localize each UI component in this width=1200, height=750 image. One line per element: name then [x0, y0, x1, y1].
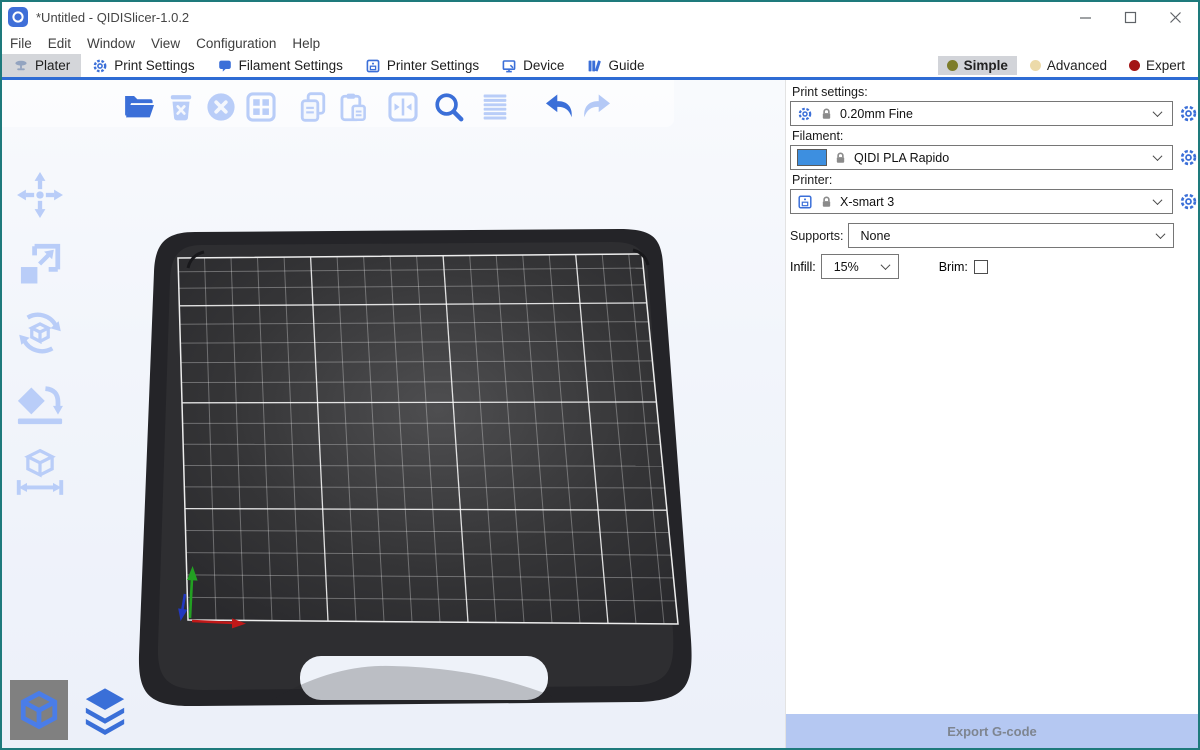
menu-view[interactable]: View — [143, 32, 188, 54]
window-title: *Untitled - QIDISlicer-1.0.2 — [36, 10, 189, 25]
tab-printer-settings[interactable]: Printer Settings — [354, 54, 490, 77]
expert-dot-icon — [1129, 60, 1140, 71]
filament-value: QIDI PLA Rapido — [854, 151, 1147, 165]
tab-device[interactable]: Device — [490, 54, 575, 77]
printer-value: X-smart 3 — [840, 195, 1147, 209]
mode-simple[interactable]: Simple — [938, 56, 1017, 75]
chevron-down-icon — [880, 260, 890, 270]
filament-gear-button[interactable] — [1178, 148, 1198, 168]
chevron-down-icon — [1153, 195, 1163, 205]
export-gcode-button[interactable]: Export G-code — [786, 714, 1198, 748]
print-settings-label: Print settings: — [792, 85, 1198, 99]
gear-icon — [797, 106, 813, 122]
printer-gear-button[interactable] — [1178, 192, 1198, 212]
delete-all-icon[interactable] — [204, 90, 238, 124]
move-gizmo-icon[interactable] — [14, 169, 66, 221]
variable-layer-height-icon[interactable] — [478, 90, 512, 124]
filament-color-swatch — [797, 149, 827, 166]
place-on-face-gizmo-icon[interactable] — [14, 376, 66, 428]
print-settings-combo[interactable]: 0.20mm Fine — [790, 101, 1173, 126]
tab-filament-settings[interactable]: Filament Settings — [206, 54, 354, 77]
measure-gizmo-icon[interactable] — [14, 445, 66, 497]
tab-guide[interactable]: Guide — [575, 54, 655, 77]
simple-dot-icon — [947, 60, 958, 71]
redo-icon[interactable] — [580, 90, 614, 124]
cube-icon — [17, 687, 61, 733]
lock-icon — [820, 195, 833, 208]
layers-icon — [80, 684, 130, 736]
brim-label: Brim: — [939, 260, 968, 274]
menu-window[interactable]: Window — [79, 32, 143, 54]
scale-gizmo-icon[interactable] — [14, 238, 66, 290]
infill-label: Infill: — [790, 260, 816, 274]
3d-viewport[interactable] — [2, 80, 785, 748]
chevron-down-icon — [1153, 151, 1163, 161]
close-button[interactable] — [1169, 11, 1182, 24]
paste-icon[interactable] — [336, 90, 370, 124]
device-icon — [501, 58, 517, 74]
supports-select[interactable]: None — [848, 223, 1174, 248]
printer-combo[interactable]: X-smart 3 — [790, 189, 1173, 214]
menu-bar: File Edit Window View Configuration Help — [2, 32, 1198, 54]
menu-file[interactable]: File — [2, 32, 40, 54]
title-bar[interactable]: *Untitled - QIDISlicer-1.0.2 — [2, 2, 1198, 32]
printer-icon — [365, 58, 381, 74]
mode-expert[interactable]: Expert — [1120, 56, 1194, 75]
brim-checkbox[interactable] — [974, 260, 988, 274]
tab-bar: Plater Print Settings Filament Settings … — [2, 54, 1198, 80]
plater-toolbar — [122, 90, 614, 124]
settings-sidebar: Print settings: 0.20mm Fine Filament: — [785, 80, 1198, 748]
gizmo-toolbar — [14, 169, 66, 497]
guide-icon — [586, 58, 602, 74]
app-window: *Untitled - QIDISlicer-1.0.2 File Edit W… — [0, 0, 1200, 750]
arrange-icon[interactable] — [244, 90, 278, 124]
gear-icon — [92, 58, 108, 74]
view-toggles — [10, 680, 134, 740]
menu-edit[interactable]: Edit — [40, 32, 79, 54]
menu-help[interactable]: Help — [284, 32, 328, 54]
open-folder-icon[interactable] — [122, 90, 156, 124]
maximize-button[interactable] — [1124, 11, 1137, 24]
filament-icon — [217, 58, 233, 74]
split-objects-icon[interactable] — [386, 90, 420, 124]
infill-select[interactable]: 15% — [821, 254, 899, 279]
printer-label: Printer: — [792, 173, 1198, 187]
supports-label: Supports: — [790, 229, 844, 243]
plater-icon — [13, 58, 29, 74]
lock-icon — [820, 107, 833, 120]
3d-editor-view-button[interactable] — [10, 680, 68, 740]
chevron-down-icon — [1156, 229, 1166, 239]
undo-icon[interactable] — [542, 90, 576, 124]
delete-icon[interactable] — [164, 90, 198, 124]
menu-configuration[interactable]: Configuration — [188, 32, 284, 54]
filament-combo[interactable]: QIDI PLA Rapido — [790, 145, 1173, 170]
mode-advanced[interactable]: Advanced — [1021, 56, 1116, 75]
print-settings-gear-button[interactable] — [1178, 104, 1198, 124]
printer-icon — [797, 194, 813, 210]
print-bed — [2, 80, 785, 748]
search-icon[interactable] — [432, 90, 466, 124]
preview-view-button[interactable] — [76, 680, 134, 740]
tab-print-settings[interactable]: Print Settings — [81, 54, 205, 77]
mode-selector: Simple Advanced Expert — [938, 54, 1198, 77]
print-settings-value: 0.20mm Fine — [840, 107, 1147, 121]
minimize-button[interactable] — [1079, 11, 1092, 24]
filament-label: Filament: — [792, 129, 1198, 143]
tab-plater[interactable]: Plater — [2, 54, 81, 77]
chevron-down-icon — [1153, 107, 1163, 117]
rotate-gizmo-icon[interactable] — [14, 307, 66, 359]
lock-icon — [834, 151, 847, 164]
copy-icon[interactable] — [296, 90, 330, 124]
advanced-dot-icon — [1030, 60, 1041, 71]
app-logo-icon — [8, 7, 28, 27]
